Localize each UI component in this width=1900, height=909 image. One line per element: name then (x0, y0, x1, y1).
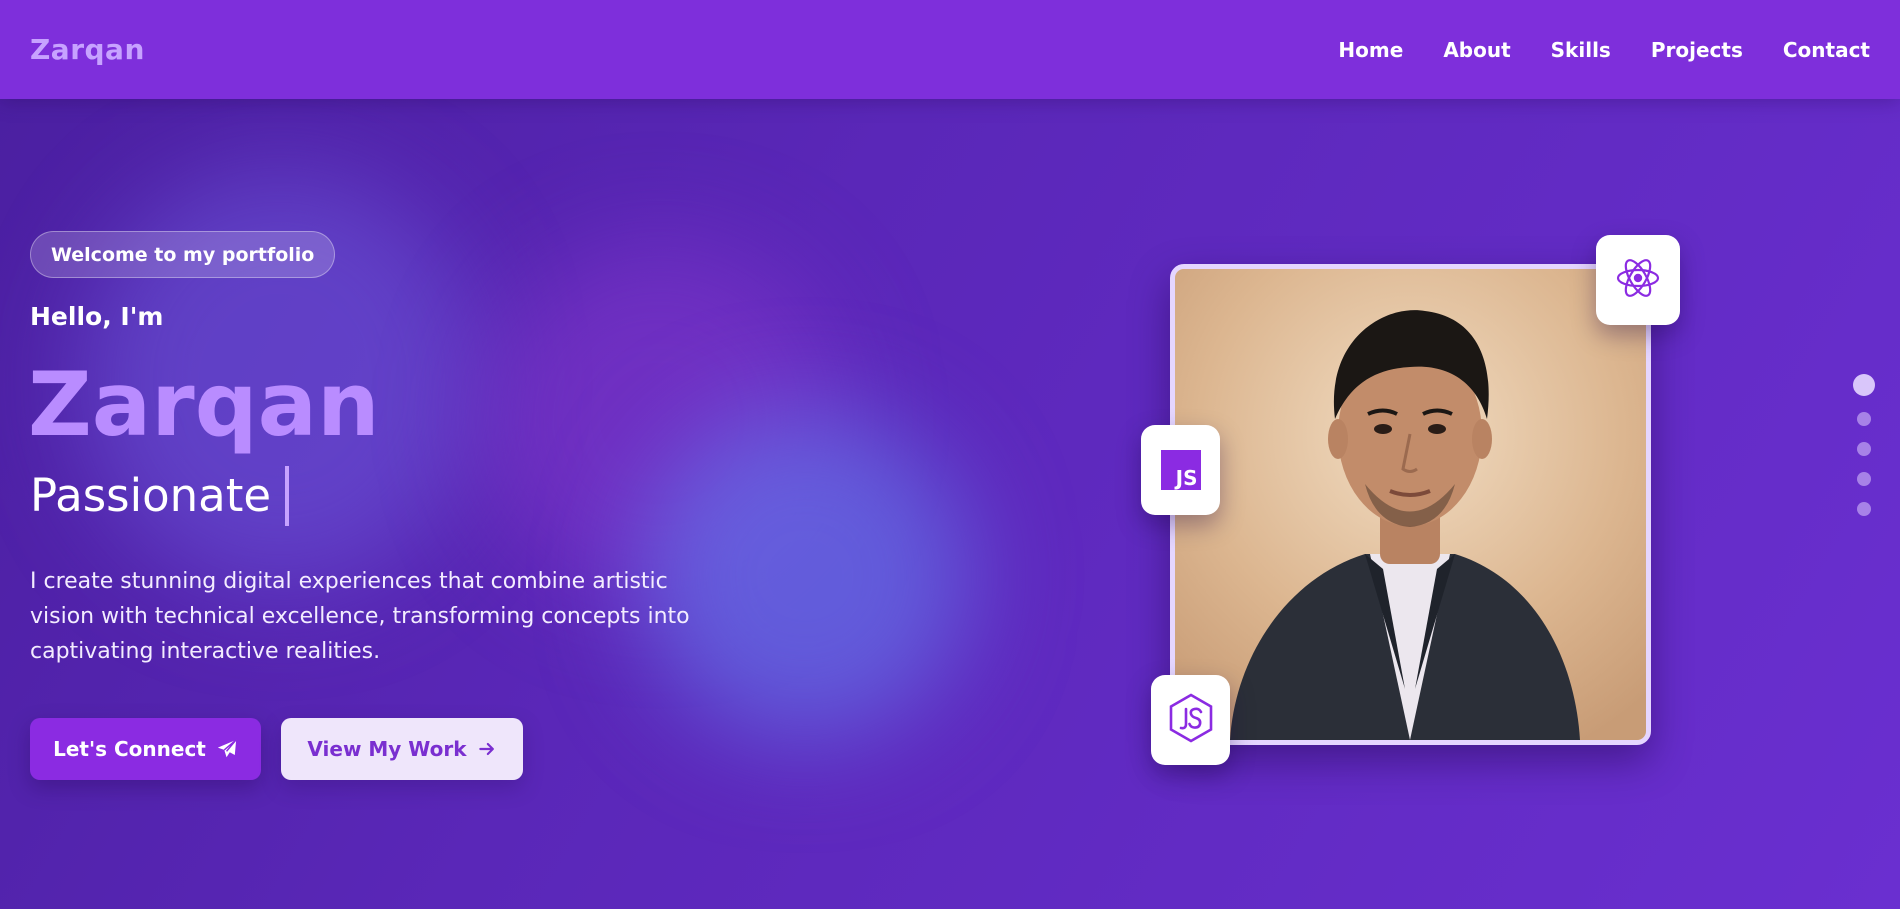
react-icon (1614, 254, 1662, 306)
javascript-icon-letters: JS (1175, 466, 1198, 490)
nav-link-about[interactable]: About (1443, 38, 1510, 62)
navbar: Zarqan Home About Skills Projects Contac… (0, 0, 1900, 99)
section-dots (1852, 374, 1876, 516)
nav-link-skills[interactable]: Skills (1551, 38, 1611, 62)
arrow-right-icon (477, 739, 497, 759)
react-card (1596, 235, 1680, 325)
typed-text: Passionate (30, 469, 272, 522)
lets-connect-label: Let's Connect (53, 737, 206, 761)
javascript-icon: JS (1160, 450, 1201, 490)
nav-links: Home About Skills Projects Contact (1338, 38, 1870, 62)
nav-link-contact[interactable]: Contact (1783, 38, 1870, 62)
hero-description: I create stunning digital experiences th… (30, 569, 690, 664)
javascript-card: JS (1141, 425, 1220, 515)
nodejs-icon (1168, 693, 1214, 747)
welcome-badge: Welcome to my portfolio (30, 231, 336, 278)
section-dot-5[interactable] (1857, 502, 1871, 516)
hero-name: Zarqan (28, 353, 380, 456)
view-my-work-label: View My Work (307, 737, 467, 761)
nav-link-home[interactable]: Home (1338, 38, 1403, 62)
section-dot-1[interactable] (1853, 374, 1875, 396)
section-dot-3[interactable] (1857, 442, 1871, 456)
paper-plane-icon (216, 738, 238, 760)
section-dot-2[interactable] (1857, 412, 1871, 426)
view-my-work-button[interactable]: View My Work (281, 718, 523, 780)
brand-logo[interactable]: Zarqan (30, 33, 145, 66)
section-dot-4[interactable] (1857, 472, 1871, 486)
nodejs-card (1151, 675, 1230, 765)
profile-photo (1170, 264, 1651, 745)
typed-headline: Passionate (30, 466, 290, 526)
nav-link-projects[interactable]: Projects (1651, 38, 1743, 62)
typing-cursor (285, 466, 290, 526)
greeting-text: Hello, I'm (30, 302, 164, 331)
lets-connect-button[interactable]: Let's Connect (30, 718, 261, 780)
